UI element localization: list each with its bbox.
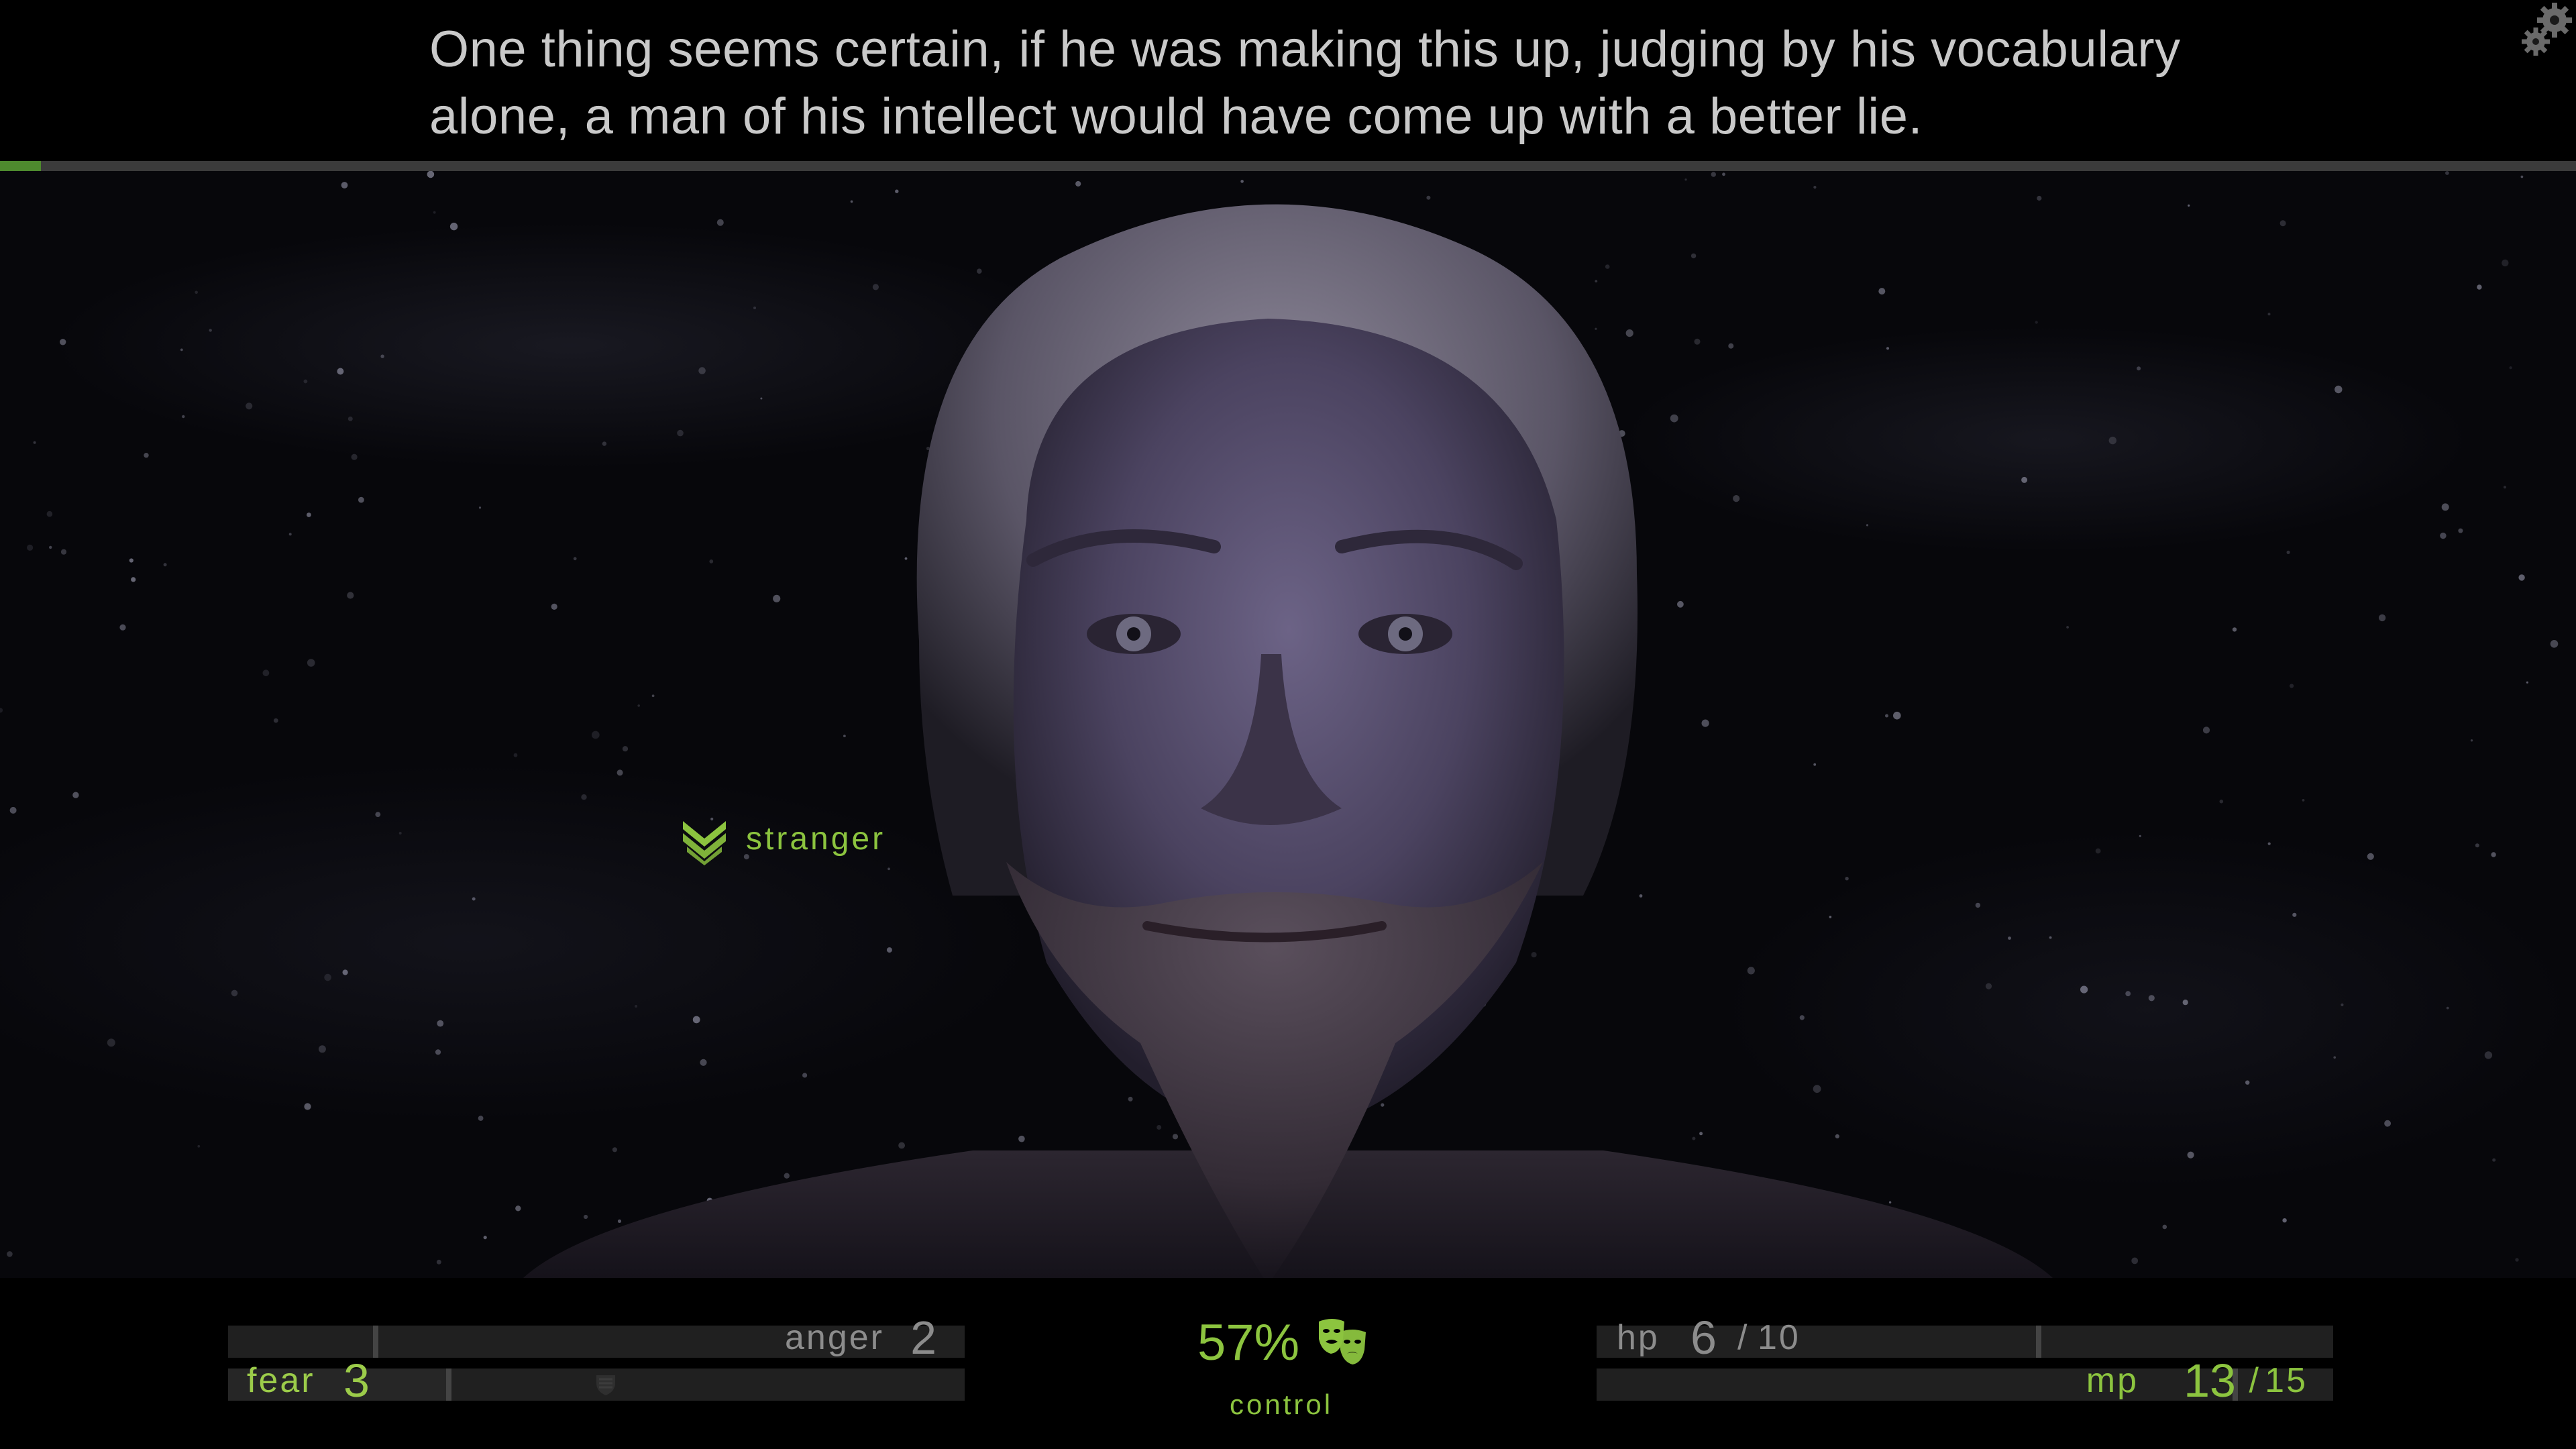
hp-label: hp	[1617, 1318, 1660, 1357]
fear-label: fear	[247, 1361, 315, 1400]
fear-meter: fear 3	[228, 1354, 965, 1407]
hp-meter: hp 6 / 10	[1597, 1311, 2333, 1364]
anger-label: anger	[785, 1318, 884, 1357]
anger-meter-marker	[372, 1326, 378, 1358]
dialogue-line: alone, a man of his intellect would have…	[429, 88, 1923, 145]
mp-max: 15	[2265, 1361, 2308, 1400]
dialogue-progress-fill	[0, 161, 42, 171]
dialogue-progress-bar	[0, 161, 2576, 171]
fear-meter-marker	[446, 1368, 452, 1401]
control-percent: 57%	[1197, 1314, 1300, 1371]
settings-gears-icon[interactable]	[2516, 0, 2576, 60]
hp-separator: /	[1737, 1318, 1750, 1357]
dialogue-line: One thing seems certain, if he was makin…	[429, 21, 2181, 78]
fear-value: 3	[343, 1354, 370, 1407]
control-label: control	[1230, 1389, 1334, 1420]
rank-chevrons-icon	[683, 821, 726, 865]
anger-value: 2	[910, 1311, 936, 1364]
shield-emblem-icon	[596, 1375, 615, 1395]
dialogue-text: One thing seems certain, if he was makin…	[429, 16, 2241, 150]
hp-meter-marker	[2035, 1326, 2041, 1358]
mp-label: mp	[2086, 1361, 2139, 1400]
hp-max: 10	[1758, 1318, 1801, 1357]
mp-value: 13	[2184, 1354, 2236, 1407]
anger-meter: anger 2	[228, 1311, 965, 1364]
scene-viewport: stranger « replay »	[0, 171, 2576, 1278]
stats-hud: anger 2 fear 3 57% control hp 6 / 10 mp …	[0, 1278, 2576, 1449]
hp-value: 6	[1690, 1311, 1717, 1364]
mp-separator: /	[2249, 1361, 2261, 1400]
dialogue-panel: One thing seems certain, if he was makin…	[0, 0, 2576, 161]
target-label: stranger	[746, 820, 886, 857]
character-portrait	[523, 204, 2053, 1278]
theater-masks-icon	[1319, 1319, 1366, 1364]
control-indicator: 57% control	[1167, 1314, 1409, 1449]
mp-meter: mp 13 / 15	[1597, 1354, 2333, 1407]
target-tag-stranger[interactable]: stranger	[678, 812, 885, 865]
